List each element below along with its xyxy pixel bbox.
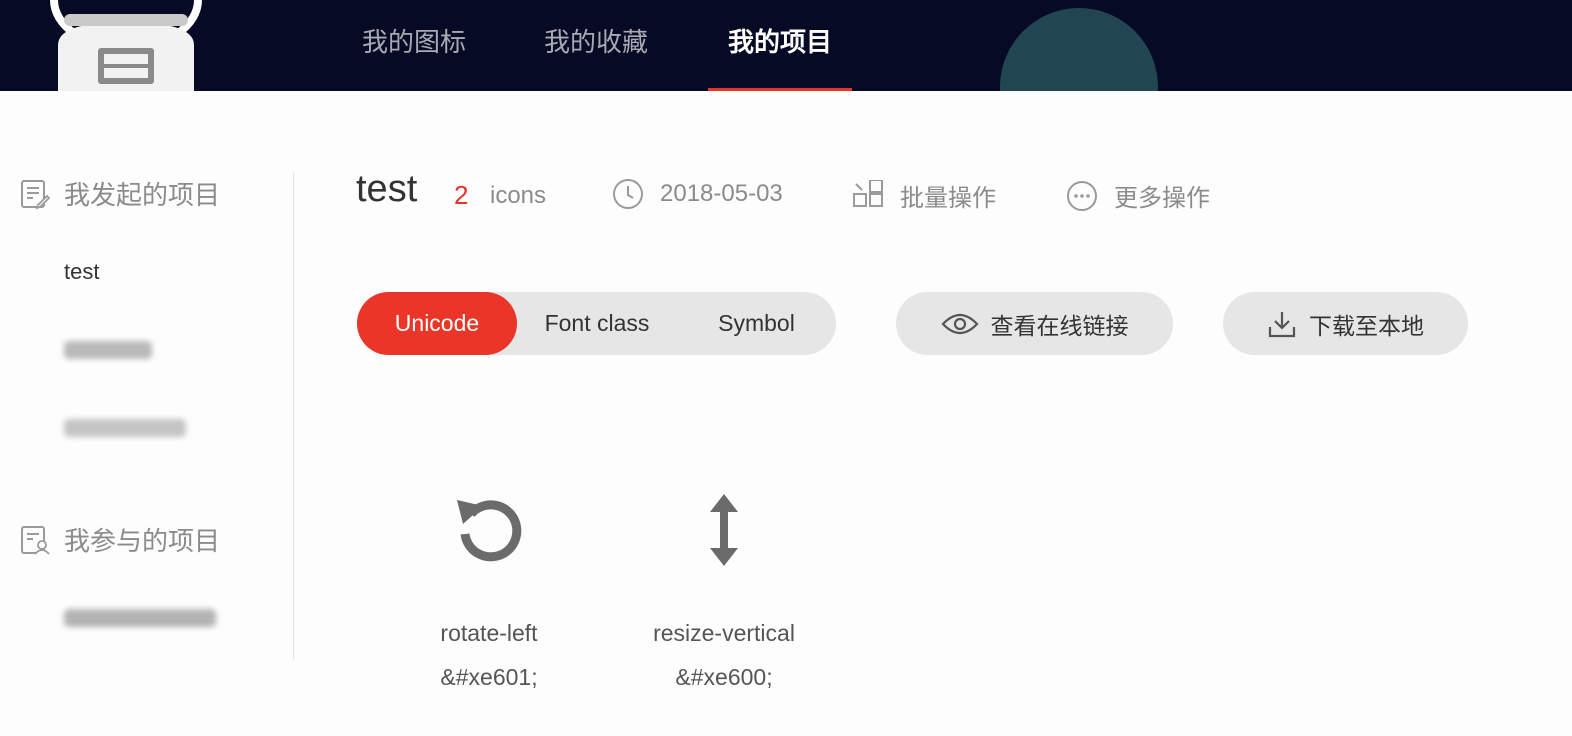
decorative-planet xyxy=(1000,8,1158,91)
eye-icon xyxy=(940,313,979,334)
resize-vertical-icon xyxy=(710,494,738,566)
icon-name: rotate-left xyxy=(440,620,538,646)
tab-symbol[interactable]: Symbol xyxy=(677,292,836,355)
nav-tab-my-icons[interactable]: 我的图标 xyxy=(344,0,484,91)
view-online-link-button[interactable]: 查看在线链接 xyxy=(896,292,1173,355)
joined-projects-title: 我参与的项目 xyxy=(64,526,221,556)
batch-operation-label: 批量操作 xyxy=(900,185,996,212)
view-online-link-label: 查看在线链接 xyxy=(990,312,1129,339)
sidebar-item-redacted[interactable] xyxy=(64,341,152,359)
project-date-text: 2018-05-03 xyxy=(660,180,783,207)
sidebar-item-redacted[interactable] xyxy=(64,419,186,437)
more-dots-icon xyxy=(1067,180,1097,211)
more-operations-label: 更多操作 xyxy=(1114,185,1210,212)
format-tabs: Unicode Font class Symbol xyxy=(357,292,836,355)
project-title: test xyxy=(356,168,418,210)
joined-projects-header: 我参与的项目 xyxy=(20,521,220,558)
grid-icon xyxy=(853,179,883,207)
download-local-button[interactable]: 下载至本地 xyxy=(1223,292,1468,355)
icon-card[interactable]: resize-vertical &#xe600; xyxy=(634,490,814,690)
nav-tab-my-favorites[interactable]: 我的收藏 xyxy=(526,0,666,91)
download-local-label: 下载至本地 xyxy=(1309,312,1424,339)
icon-code: &#xe601; xyxy=(440,664,538,690)
owned-projects-header: 我发起的项目 xyxy=(20,175,220,212)
user-list-icon xyxy=(21,525,50,555)
icon-count-label: icons xyxy=(490,182,547,209)
sidebar-item-test[interactable]: test xyxy=(64,259,99,285)
project-date: 2018-05-03 xyxy=(612,178,783,210)
owned-projects-title: 我发起的项目 xyxy=(64,180,221,210)
download-icon xyxy=(1268,311,1296,337)
more-operations-button[interactable]: 更多操作 xyxy=(1066,178,1210,213)
icon-name: resize-vertical xyxy=(653,620,795,646)
mascot-logo[interactable] xyxy=(40,0,220,91)
active-tab-indicator xyxy=(708,88,852,91)
batch-operation-button[interactable]: 批量操作 xyxy=(852,178,996,213)
top-nav-bar: 我的图标 我的收藏 我的项目 xyxy=(0,0,1572,91)
icon-count: 2 xyxy=(454,180,469,210)
sidebar-divider xyxy=(293,172,294,660)
project-sidebar: 我发起的项目 test 我参与的项目 xyxy=(0,91,294,736)
clock-icon xyxy=(613,179,643,209)
icon-card[interactable]: rotate-left &#xe601; xyxy=(399,490,579,690)
rotate-left-icon xyxy=(457,500,522,562)
tab-font-class[interactable]: Font class xyxy=(517,292,677,355)
nav-tab-my-projects[interactable]: 我的项目 xyxy=(710,0,850,91)
icon-code: &#xe600; xyxy=(675,664,773,690)
tab-unicode[interactable]: Unicode xyxy=(357,292,517,355)
sidebar-item-redacted[interactable] xyxy=(64,609,216,627)
edit-list-icon xyxy=(21,179,50,209)
